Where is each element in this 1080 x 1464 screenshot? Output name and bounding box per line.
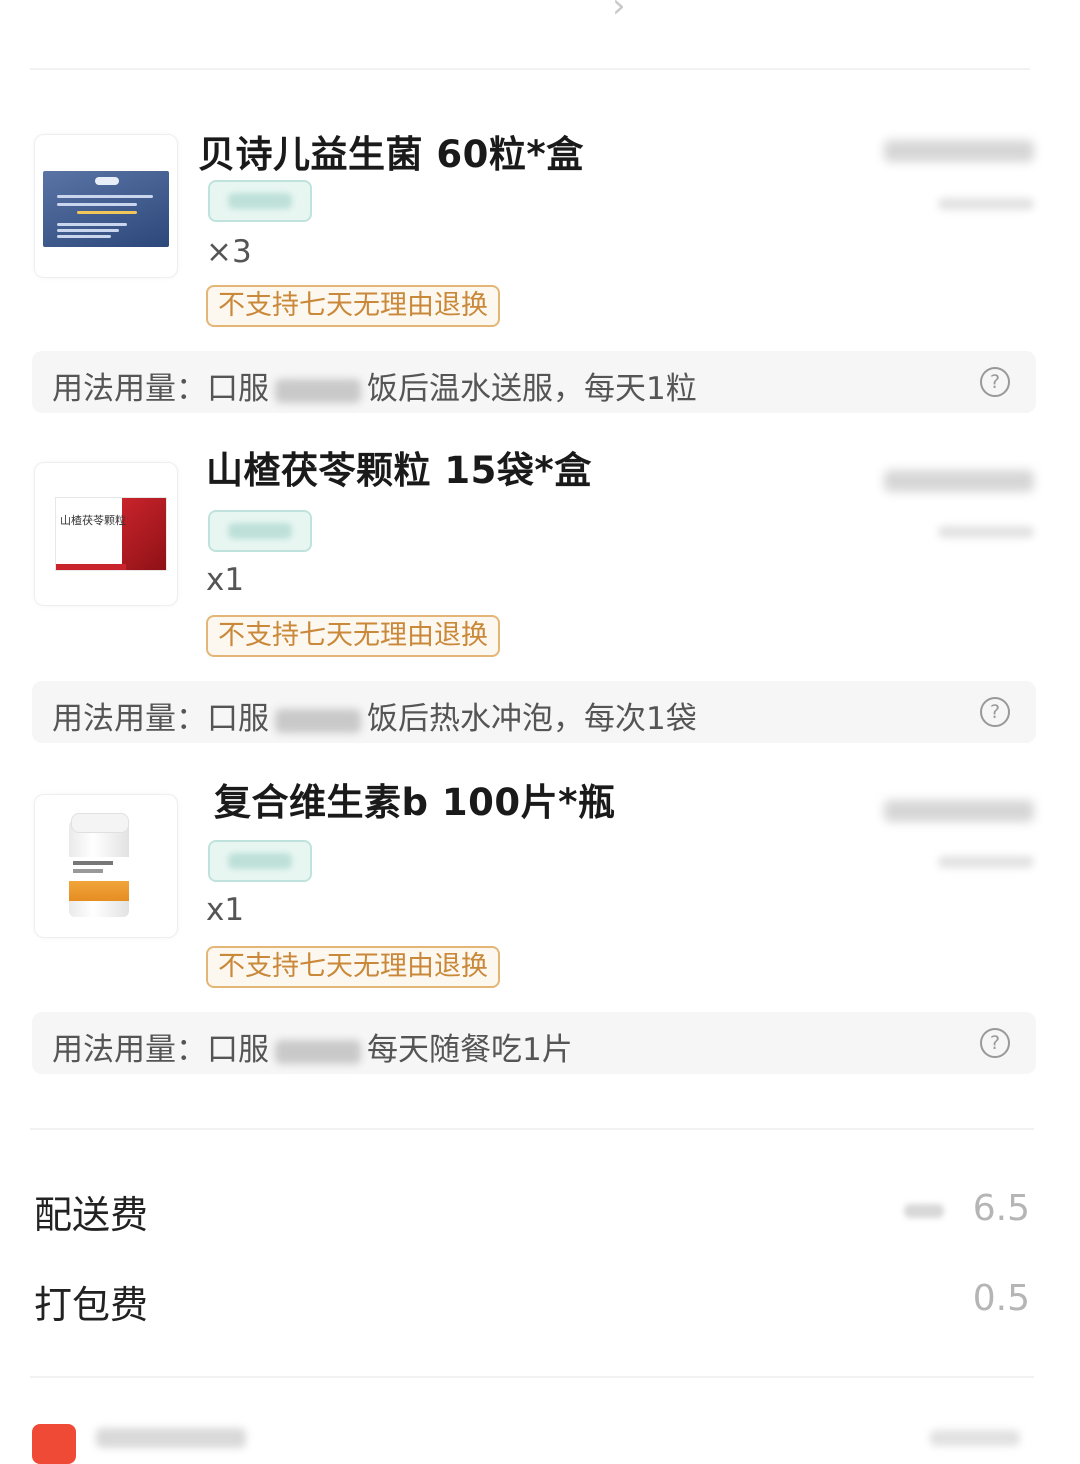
product-image[interactable]: 山楂茯苓颗粒 bbox=[34, 462, 178, 606]
return-policy-badge: 不支持七天无理由退换 bbox=[206, 285, 500, 327]
delivery-fee-value: 6.5 bbox=[972, 1188, 1030, 1229]
product-quantity: ×3 bbox=[206, 234, 252, 270]
chevron-right-icon: › bbox=[612, 0, 626, 26]
usage-instructions[interactable]: 用法用量：口服 每天随餐吃1片 ? bbox=[32, 1012, 1036, 1074]
product-tag bbox=[208, 510, 312, 552]
price-redacted bbox=[884, 140, 1034, 162]
redacted-text bbox=[275, 378, 361, 403]
price-original-redacted bbox=[938, 526, 1034, 538]
product-quantity: x1 bbox=[206, 562, 245, 598]
promo-icon bbox=[32, 1424, 76, 1464]
product-box-probiotic bbox=[43, 171, 169, 247]
delivery-fee-label: 配送费 bbox=[34, 1193, 149, 1237]
product-box-hawthorn: 山楂茯苓颗粒 bbox=[55, 497, 167, 571]
question-circle-icon[interactable]: ? bbox=[980, 367, 1010, 397]
usage-prefix: 用法用量：口服 bbox=[52, 1032, 269, 1068]
question-circle-icon[interactable]: ? bbox=[980, 1028, 1010, 1058]
product-bottle-vitamin-b bbox=[69, 813, 129, 917]
packing-fee-value: 0.5 bbox=[972, 1278, 1030, 1319]
redacted-text bbox=[275, 708, 361, 733]
product-name: 山楂茯苓颗粒 15袋*盒 bbox=[206, 449, 592, 492]
promo-value-redacted bbox=[930, 1430, 1020, 1446]
price-original-redacted bbox=[938, 198, 1034, 210]
divider bbox=[30, 1376, 1034, 1378]
usage-detail: 饭后热水冲泡，每次1袋 bbox=[367, 701, 697, 737]
usage-instructions[interactable]: 用法用量：口服 饭后热水冲泡，每次1袋 ? bbox=[32, 681, 1036, 743]
product-tag bbox=[208, 840, 312, 882]
usage-detail: 每天随餐吃1片 bbox=[367, 1032, 573, 1068]
price-original-redacted bbox=[938, 856, 1034, 868]
question-circle-icon[interactable]: ? bbox=[980, 697, 1010, 727]
product-image[interactable] bbox=[34, 794, 178, 938]
product-name: 贝诗儿益生菌 60粒*盒 bbox=[198, 133, 584, 176]
product-tag bbox=[208, 180, 312, 222]
usage-prefix: 用法用量：口服 bbox=[52, 371, 269, 407]
product-image[interactable] bbox=[34, 134, 178, 278]
return-policy-badge: 不支持七天无理由退换 bbox=[206, 946, 500, 988]
promo-label-redacted bbox=[96, 1428, 246, 1448]
return-policy-badge: 不支持七天无理由退换 bbox=[206, 615, 500, 657]
product-quantity: x1 bbox=[206, 892, 245, 928]
product-name: 复合维生素b 100片*瓶 bbox=[214, 781, 616, 824]
packing-fee-label: 打包费 bbox=[34, 1283, 149, 1327]
original-fee-redacted bbox=[904, 1204, 944, 1218]
price-redacted bbox=[884, 800, 1034, 822]
usage-detail: 饭后温水送服，每天1粒 bbox=[367, 371, 697, 407]
usage-instructions[interactable]: 用法用量：口服 饭后温水送服，每天1粒 ? bbox=[32, 351, 1036, 413]
divider bbox=[30, 1128, 1034, 1130]
divider bbox=[30, 68, 1030, 70]
usage-prefix: 用法用量：口服 bbox=[52, 701, 269, 737]
redacted-text bbox=[275, 1039, 361, 1064]
price-redacted bbox=[884, 470, 1034, 492]
